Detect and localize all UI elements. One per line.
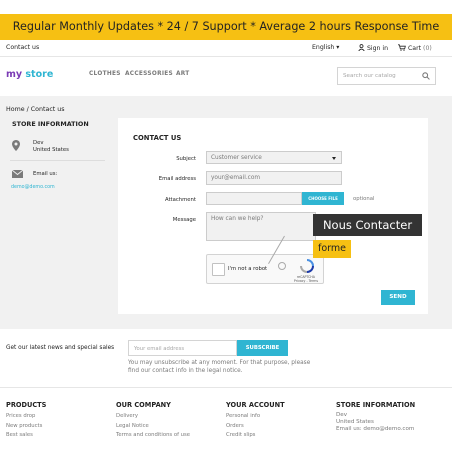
overlay-title-label: Nous Contacter <box>313 214 422 236</box>
footer-products: PRODUCTS Prices drop New products Best s… <box>6 401 116 441</box>
breadcrumb-current: Contact us <box>30 106 65 113</box>
footer-link-new-products[interactable]: New products <box>6 422 116 432</box>
footer-link-best-sales[interactable]: Best sales <box>6 431 116 441</box>
nav-art[interactable]: ART <box>176 71 190 77</box>
store-email-link[interactable]: demo@demo.com <box>11 185 55 190</box>
choose-file-button[interactable]: CHOOSE FILE <box>302 192 344 205</box>
footer-link-terms[interactable]: Terms and conditions of use <box>116 431 226 441</box>
cart-link[interactable]: Cart (0) <box>398 44 432 52</box>
store-info-title: STORE INFORMATION <box>12 120 89 128</box>
recaptcha-label: I'm not a robot <box>228 266 268 272</box>
footer-link-credit-slips[interactable]: Credit slips <box>226 431 336 441</box>
search-placeholder: Search our catalog <box>343 73 396 79</box>
store-address-line1: Dev <box>33 140 44 146</box>
footer-company-title: OUR COMPANY <box>116 401 171 409</box>
footer-company: OUR COMPANY Delivery Legal Notice Terms … <box>116 401 226 441</box>
footer-store-info: STORE INFORMATION Dev United States Emai… <box>336 401 446 433</box>
overlay-subtitle-label: forme <box>313 240 351 258</box>
footer-store-line2: United States <box>336 419 374 425</box>
newsletter-text: Get our latest news and special sales <box>6 345 115 351</box>
subject-value: Customer service <box>211 155 262 161</box>
message-textarea[interactable]: How can we help? <box>206 212 316 241</box>
newsletter-note: You may unsubscribe at any moment. For t… <box>128 360 311 374</box>
breadcrumb-home[interactable]: Home <box>6 106 25 113</box>
cart-icon <box>398 44 406 51</box>
search-icon[interactable] <box>422 72 430 80</box>
contact-us-link[interactable]: Contact us <box>6 44 39 51</box>
callout-dot <box>278 262 286 270</box>
newsletter-placeholder: Your email address <box>134 346 185 352</box>
contact-form-title: CONTACT US <box>133 134 182 142</box>
site-header: my store CLOTHES ACCESSORIES ART Search … <box>0 56 452 96</box>
breadcrumb-separator: / <box>26 106 29 113</box>
cart-label: Cart <box>407 45 422 52</box>
language-selector[interactable]: English ▾ <box>312 44 339 51</box>
newsletter-email-input[interactable]: Your email address <box>128 340 237 356</box>
subject-select[interactable]: Customer service <box>206 151 342 164</box>
user-icon <box>358 44 365 52</box>
footer-link-delivery[interactable]: Delivery <box>116 412 226 422</box>
sign-in-label: Sign in <box>366 45 389 52</box>
map-pin-icon <box>12 140 20 151</box>
email-address-label: Email address <box>158 176 196 182</box>
nav-clothes[interactable]: CLOTHES <box>89 71 121 77</box>
email-us-label: Email us: <box>33 171 58 177</box>
promo-banner: Regular Monthly Updates * 24 / 7 Support… <box>0 14 452 40</box>
recaptcha-icon <box>300 259 314 273</box>
send-button[interactable]: SEND <box>381 290 415 305</box>
store-address: Dev United States <box>33 140 69 154</box>
email-placeholder: your@email.com <box>211 175 261 181</box>
recaptcha-checkbox[interactable] <box>212 263 225 276</box>
footer-products-title: PRODUCTS <box>6 401 47 409</box>
store-logo[interactable]: my store <box>6 69 53 80</box>
recaptcha-brand: reCAPTCHA Privacy - Terms <box>294 275 318 283</box>
breadcrumb: Home / Contact us <box>6 106 65 113</box>
search-input[interactable]: Search our catalog <box>337 67 436 85</box>
subject-label: Subject <box>176 156 196 162</box>
footer-account: YOUR ACCOUNT Personal info Orders Credit… <box>226 401 336 441</box>
logo-store: store <box>25 69 54 80</box>
recaptcha-widget: I'm not a robot reCAPTCHA Privacy - Term… <box>206 254 324 284</box>
footer-link-legal-notice[interactable]: Legal Notice <box>116 422 226 432</box>
footer-account-title: YOUR ACCOUNT <box>226 401 285 409</box>
footer-link-personal-info[interactable]: Personal info <box>226 412 336 422</box>
footer-link-orders[interactable]: Orders <box>226 422 336 432</box>
nav-accessories[interactable]: ACCESSORIES <box>125 71 173 77</box>
footer-divider <box>0 387 452 388</box>
store-address-line2: United States <box>33 147 69 153</box>
recaptcha-terms[interactable]: Privacy - Terms <box>294 279 318 283</box>
attachment-label: Attachment <box>164 197 196 203</box>
footer-store-line1: Dev <box>336 412 348 418</box>
sidebar-divider <box>10 160 105 161</box>
footer-store-title: STORE INFORMATION <box>336 401 416 409</box>
footer-link-prices-drop[interactable]: Prices drop <box>6 412 116 422</box>
attachment-field[interactable] <box>206 192 302 205</box>
subscribe-button[interactable]: SUBSCRIBE <box>237 340 288 356</box>
message-placeholder: How can we help? <box>211 216 264 222</box>
sign-in-link[interactable]: Sign in <box>358 44 388 52</box>
cart-count: (0) <box>423 45 432 52</box>
message-label: Message <box>172 217 196 223</box>
top-bar: Contact us English ▾ Sign in Cart (0) <box>0 40 452 56</box>
footer-store-email[interactable]: Email us: demo@demo.com <box>336 426 446 433</box>
logo-my: my <box>6 69 23 80</box>
attachment-optional-label: optional <box>353 196 375 202</box>
envelope-icon <box>12 170 23 178</box>
chevron-down-icon <box>332 157 336 160</box>
email-field[interactable]: your@email.com <box>206 171 342 185</box>
